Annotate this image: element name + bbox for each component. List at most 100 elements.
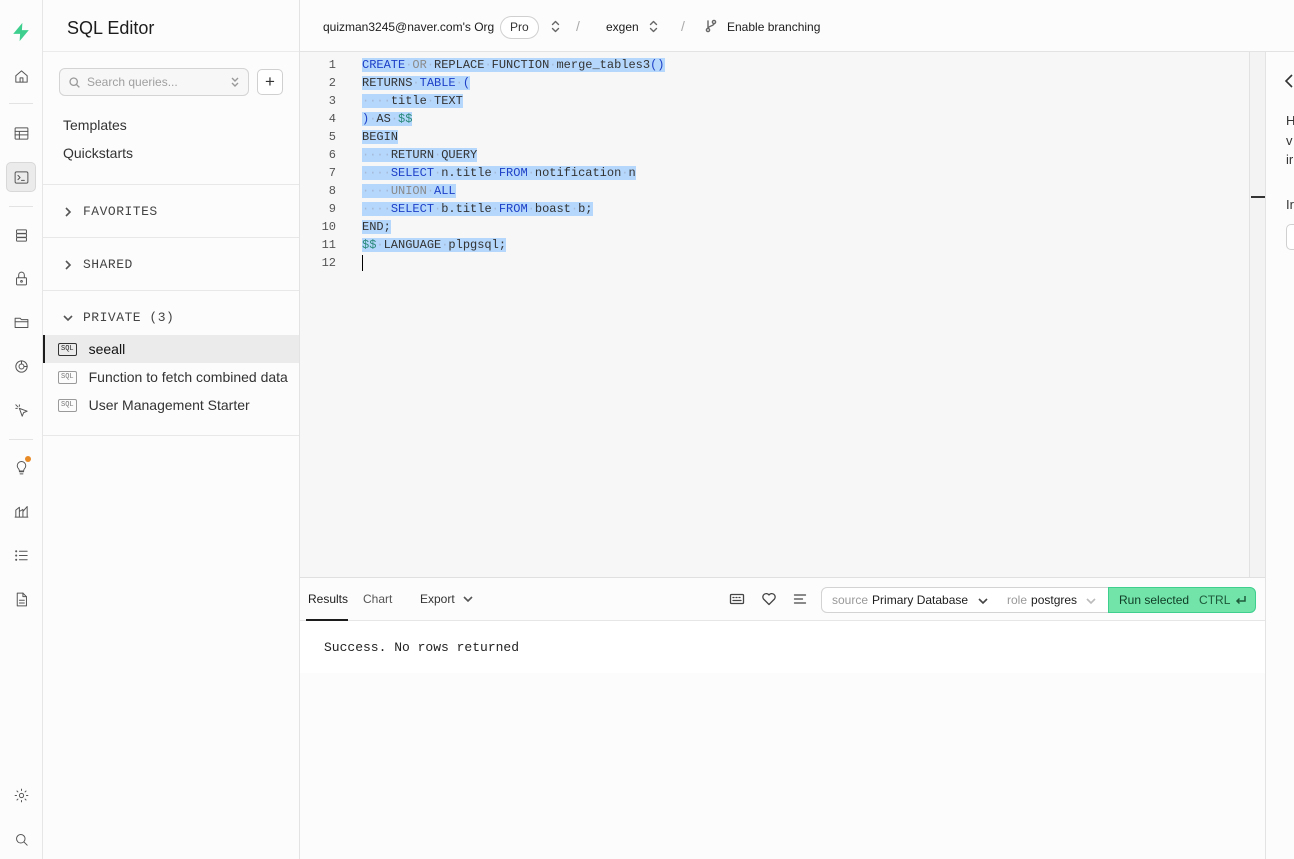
code-line[interactable]: )·AS·$$ xyxy=(362,110,665,128)
authentication-lock-icon[interactable] xyxy=(6,263,36,293)
keyboard-shortcuts-icon[interactable] xyxy=(729,591,745,607)
query-item-function-to-fetch-combined-data[interactable]: SQL Function to fetch combined data xyxy=(43,363,299,391)
code-line[interactable] xyxy=(362,254,665,272)
results-panel: Success. No rows returned xyxy=(300,621,1265,859)
storage-icon[interactable] xyxy=(6,307,36,337)
whitespace: · xyxy=(527,166,535,180)
settings-gear-icon[interactable] xyxy=(6,780,36,810)
org-breadcrumb[interactable]: quizman3245@naver.com's Org xyxy=(323,20,494,34)
templates-link[interactable]: Templates xyxy=(63,117,127,133)
whitespace: · xyxy=(426,184,435,198)
shared-section-toggle[interactable]: SHARED xyxy=(63,257,133,272)
query-item-seeall[interactable]: SQL seeall xyxy=(43,335,299,363)
logs-list-icon[interactable] xyxy=(6,540,36,570)
whitespace: · xyxy=(570,202,579,216)
table-editor-icon[interactable] xyxy=(6,118,36,148)
whitespace: · xyxy=(390,112,399,126)
sql-editor-icon[interactable] xyxy=(6,162,36,192)
code-line[interactable]: ····SELECT·n.title·FROM·notification·n xyxy=(362,164,665,182)
favorite-heart-icon[interactable] xyxy=(761,591,777,607)
chevron-left-icon[interactable] xyxy=(1284,74,1294,88)
nav-rail xyxy=(0,0,43,859)
format-align-icon[interactable] xyxy=(792,591,808,607)
selected-text: ····RETURN·QUERY xyxy=(362,148,478,162)
org-switcher-icon[interactable] xyxy=(551,20,560,33)
chevron-down-icon xyxy=(63,314,73,321)
code-token: SELECT xyxy=(390,166,435,180)
query-item-user-management-starter[interactable]: SQL User Management Starter xyxy=(43,391,299,419)
search-icon xyxy=(69,76,80,88)
code-token: merge_tables3 xyxy=(556,58,651,72)
whitespace: · xyxy=(621,166,629,180)
run-selected-button[interactable]: Run selected CTRL xyxy=(1108,587,1256,613)
panel-input[interactable] xyxy=(1286,224,1294,250)
private-section-toggle[interactable]: PRIVATE (3) xyxy=(63,310,174,325)
selected-text: ····title·TEXT xyxy=(362,94,463,108)
code-line[interactable]: ····SELECT·b.title·FROM·boast·b; xyxy=(362,200,665,218)
code-line[interactable]: ····RETURN·QUERY xyxy=(362,146,665,164)
selected-text: CREATE·OR·REPLACE·FUNCTION·merge_tables3… xyxy=(362,58,665,72)
sidebar-divider xyxy=(43,237,299,238)
code-line[interactable]: RETURNS·TABLE·( xyxy=(362,74,665,92)
tab-chart[interactable]: Chart xyxy=(363,592,392,606)
code-token: RETURN xyxy=(390,148,435,162)
whitespace: ···· xyxy=(362,202,391,216)
chevron-down-icon xyxy=(978,598,988,605)
text-cursor xyxy=(362,254,363,271)
line-number: 6 xyxy=(328,148,336,162)
quickstarts-link[interactable]: Quickstarts xyxy=(63,145,133,161)
advisors-lightbulb-icon[interactable] xyxy=(6,452,36,482)
code-token: n xyxy=(628,166,636,180)
selected-text: ····SELECT·b.title·FROM·boast·b; xyxy=(362,202,593,216)
code-line[interactable]: END; xyxy=(362,218,665,236)
git-branch-icon xyxy=(704,19,718,33)
chevron-right-icon xyxy=(65,206,72,217)
source-label: source xyxy=(832,593,869,607)
code-line[interactable]: BEGIN xyxy=(362,128,665,146)
project-breadcrumb[interactable]: exgen xyxy=(606,20,639,34)
whitespace: · xyxy=(426,94,435,108)
search-queries-box[interactable] xyxy=(59,68,249,96)
favorites-section-label: FAVORITES xyxy=(83,204,158,219)
panel-text: H xyxy=(1286,113,1294,128)
code-line[interactable]: CREATE·OR·REPLACE·FUNCTION·merge_tables3… xyxy=(362,56,665,74)
search-icon[interactable] xyxy=(6,824,36,854)
realtime-cursor-icon[interactable] xyxy=(6,395,36,425)
role-select[interactable]: role postgres xyxy=(997,587,1109,613)
reports-chart-icon[interactable] xyxy=(6,496,36,526)
line-number: 12 xyxy=(321,256,336,270)
edge-functions-icon[interactable] xyxy=(6,351,36,381)
api-docs-icon[interactable] xyxy=(6,584,36,614)
panel-label: Ir xyxy=(1286,197,1294,212)
new-query-button[interactable]: + xyxy=(257,69,283,95)
whitespace: ···· xyxy=(362,148,391,162)
search-queries-input[interactable] xyxy=(87,75,227,89)
code-token: notification xyxy=(534,166,622,180)
project-switcher-icon[interactable] xyxy=(649,20,658,33)
chevron-down-icon[interactable] xyxy=(229,75,241,89)
code-token: QUERY xyxy=(441,148,478,162)
export-label: Export xyxy=(420,592,455,606)
code-lines[interactable]: CREATE·OR·REPLACE·FUNCTION·merge_tables3… xyxy=(362,56,665,272)
editor-scrollbar[interactable] xyxy=(1249,52,1265,577)
tab-results[interactable]: Results xyxy=(308,592,348,606)
favorites-section-toggle[interactable]: FAVORITES xyxy=(63,204,158,219)
code-line[interactable]: ····UNION·ALL xyxy=(362,182,665,200)
code-token: TABLE xyxy=(419,76,456,90)
database-icon[interactable] xyxy=(6,220,36,250)
code-token: AS xyxy=(376,112,391,126)
home-icon[interactable] xyxy=(6,61,36,91)
sidebar-title: SQL Editor xyxy=(67,18,155,38)
enable-branching-button[interactable]: Enable branching xyxy=(727,20,820,34)
supabase-logo-icon[interactable] xyxy=(6,17,36,47)
selected-text: END; xyxy=(362,220,391,234)
source-database-select[interactable]: source Primary Database xyxy=(821,587,998,613)
code-line[interactable]: ····title·TEXT xyxy=(362,92,665,110)
sql-code-editor[interactable]: 1 2 3 4 5 6 7 8 9 10 11 12 CREATE·OR·REP… xyxy=(300,52,1265,577)
selected-text: RETURNS·TABLE·( xyxy=(362,76,471,90)
rail-divider xyxy=(9,439,33,440)
code-token: FUNCTION xyxy=(491,58,550,72)
line-number: 5 xyxy=(328,130,336,144)
code-line[interactable]: $$·LANGUAGE·plpgsql; xyxy=(362,236,665,254)
export-dropdown[interactable]: Export xyxy=(420,592,473,606)
